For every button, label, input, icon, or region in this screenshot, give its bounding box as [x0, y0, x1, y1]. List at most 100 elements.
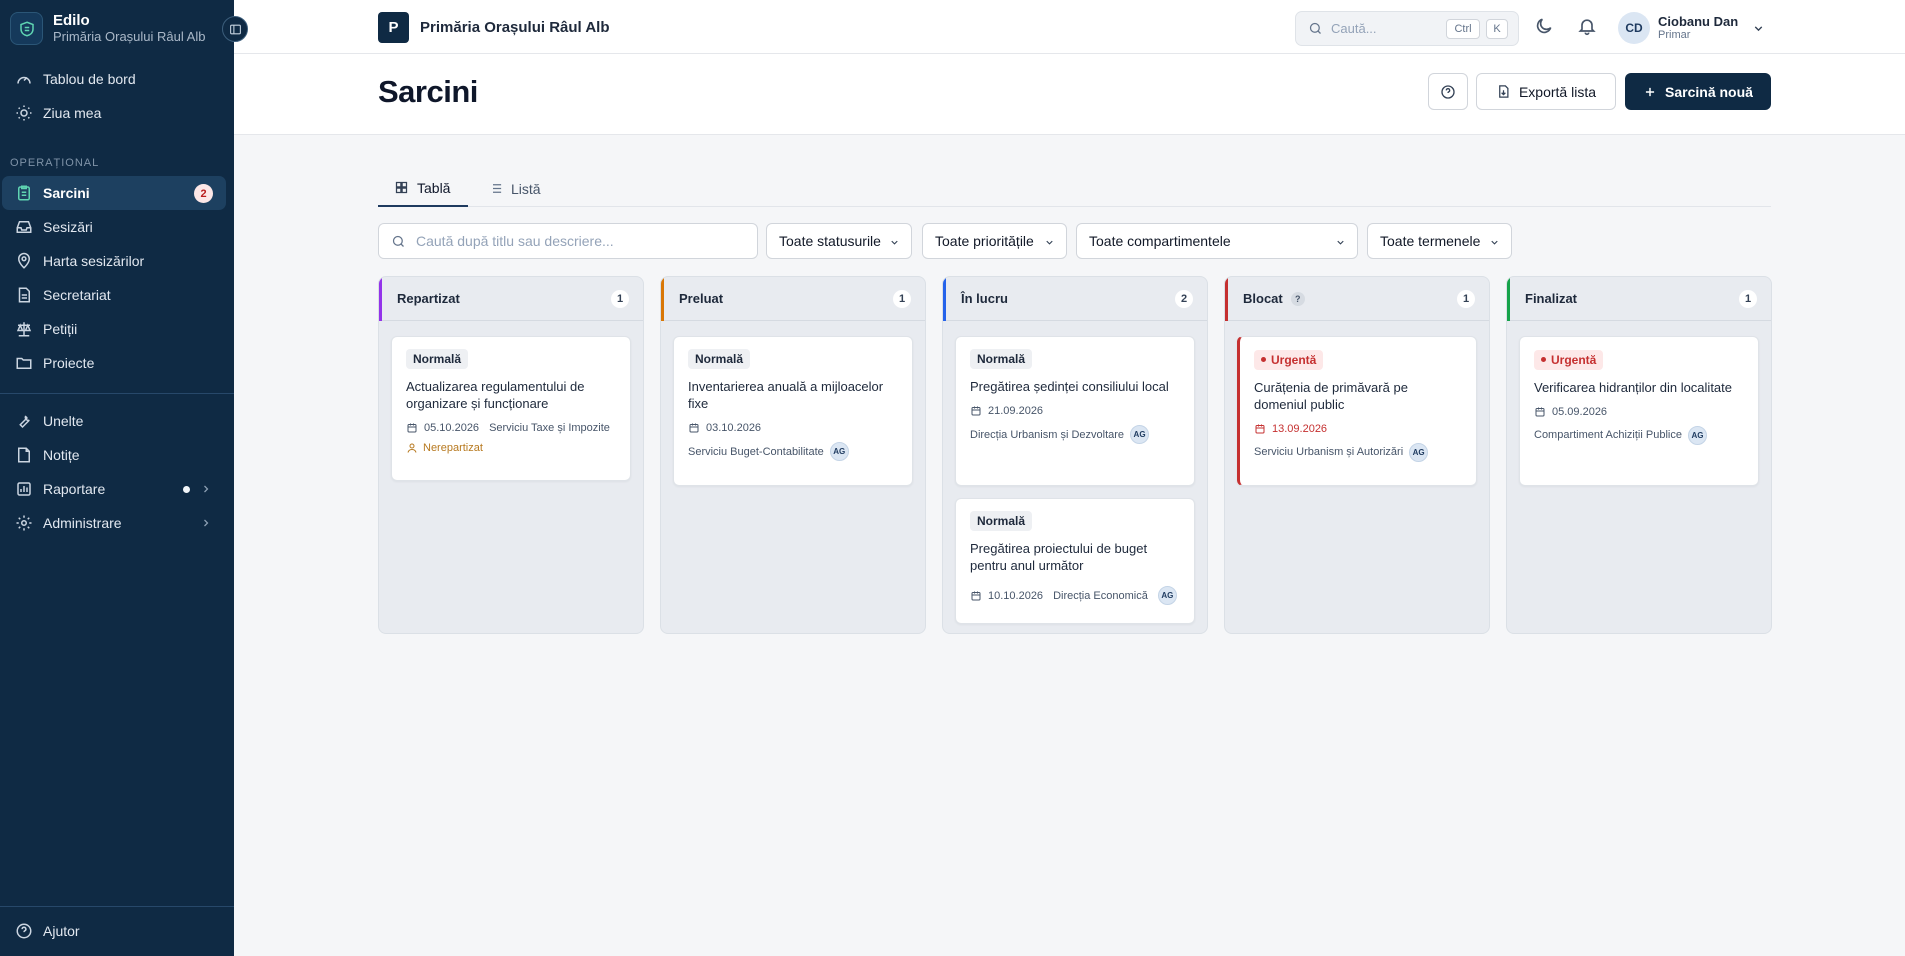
sidebar-item-reporting[interactable]: Raportare — [0, 472, 234, 506]
search-icon — [1309, 22, 1321, 34]
chevron-down-icon — [1491, 240, 1498, 245]
theme-toggle-moon-icon[interactable] — [1534, 16, 1554, 36]
priority-badge: Normală — [406, 349, 469, 369]
priority-badge: Urgentă — [1534, 349, 1604, 370]
sidebar-item-notes[interactable]: Notițe — [0, 438, 234, 472]
section-label: OPERAȚIONAL — [10, 157, 100, 169]
sidebar-item-admin[interactable]: Administrare — [0, 506, 234, 540]
sidebar-item-tasks[interactable]: Sarcini 2 — [2, 176, 226, 210]
sidebar-item-reports-inbox[interactable]: Sesizări — [0, 210, 234, 244]
task-title: Inventarierea anuală a mijloacelor fixe — [688, 379, 884, 411]
help-button[interactable] — [1428, 73, 1468, 110]
task-card[interactable]: Normală Inventarierea anuală a mijloacel… — [673, 336, 913, 486]
assignee-avatar[interactable]: AG — [1409, 442, 1429, 462]
priority-badge: Urgentă — [1254, 349, 1324, 370]
sidebar-item-help[interactable]: Ajutor — [0, 914, 234, 948]
calendar-icon — [689, 423, 699, 433]
priority-filter-select[interactable]: Toate prioritățile — [922, 223, 1067, 259]
notifications-bell-icon[interactable] — [1577, 16, 1597, 36]
user-avatar: CD — [1618, 12, 1650, 44]
sidebar-item-projects[interactable]: Proiecte — [0, 346, 234, 380]
inbox-icon — [16, 221, 32, 233]
wrench-icon — [19, 415, 30, 429]
kbd-k: K — [1486, 19, 1508, 39]
task-card[interactable]: Normală Pregătirea ședinței consiliului … — [955, 336, 1195, 486]
scale-icon — [16, 322, 32, 337]
task-department: Direcția Urbanism și Dezvoltare — [970, 428, 1125, 441]
task-search-input[interactable]: Caută după titlu sau descriere... — [378, 223, 758, 259]
task-department: Compartiment Achiziții Publice — [1534, 429, 1682, 441]
board-column-in-progress: În lucru 2 Normală Pregătirea ședinței c… — [942, 276, 1208, 634]
urgent-dot-icon — [1541, 357, 1546, 362]
app-name: Edilo — [53, 12, 90, 29]
task-date: 21.09.2026 — [988, 405, 1044, 417]
report-icon — [17, 482, 31, 496]
task-card[interactable]: Urgentă Curățenia de primăvară pe domeni… — [1237, 336, 1477, 486]
sidebar: Edilo Primăria Orașului Râul Alb Tablou … — [0, 0, 248, 956]
task-department: Serviciu Taxe și Impozite — [489, 422, 610, 434]
assignee-avatar[interactable]: AG — [1130, 425, 1150, 444]
board-column-taken: Preluat 1 Normală Inventarierea anuală a… — [660, 276, 926, 634]
task-card[interactable]: Normală Actualizarea regulamentului de o… — [391, 336, 631, 481]
sidebar-item-my-day[interactable]: Ziua mea — [0, 96, 234, 130]
user-role: Primar — [1658, 29, 1691, 41]
global-search[interactable]: Caută... Ctrl K — [1295, 11, 1519, 46]
org-switcher[interactable]: P Primăria Orașului Râul Alb — [378, 12, 610, 43]
calendar-icon — [971, 591, 981, 600]
question-circle-icon — [1441, 84, 1455, 99]
global-search-placeholder: Caută... — [1331, 21, 1377, 36]
sidebar-item-map[interactable]: Harta sesizărilor — [0, 244, 234, 278]
task-title: Verificarea hidranților din localitate — [1534, 379, 1732, 395]
brand[interactable]: Edilo Primăria Orașului Râul Alb — [10, 12, 205, 45]
user-name: Ciobanu Dan — [1658, 14, 1739, 29]
sidebar-item-tools[interactable]: Unelte — [0, 404, 234, 438]
task-department: Serviciu Buget-Contabilitate — [688, 445, 824, 458]
column-header: Preluat 1 — [661, 277, 925, 321]
gauge-icon — [17, 76, 31, 84]
column-color-bar — [379, 277, 382, 321]
org-logo: P — [378, 12, 409, 43]
deadline-filter-select[interactable]: Toate termenele — [1367, 223, 1512, 259]
column-count: 1 — [893, 290, 911, 308]
reporting-dot — [183, 486, 190, 493]
sidebar-item-petitions[interactable]: Petiții — [0, 312, 234, 346]
app-org: Primăria Orașului Râul Alb — [53, 29, 206, 44]
assignee-avatar[interactable]: AG — [1687, 425, 1707, 445]
column-count: 1 — [611, 290, 629, 308]
folder-icon — [16, 357, 32, 369]
assignee-avatar[interactable]: AG — [1157, 586, 1177, 605]
chevron-down-icon — [1046, 240, 1053, 245]
calendar-icon — [407, 423, 417, 433]
task-search-placeholder: Caută după titlu sau descriere... — [416, 233, 614, 249]
column-color-bar — [1225, 277, 1228, 321]
org-name: Primăria Orașului Râul Alb — [420, 19, 610, 36]
task-date: 05.09.2026 — [1552, 405, 1608, 418]
sidebar-item-secretariat[interactable]: Secretariat — [0, 278, 234, 312]
calendar-icon — [1255, 424, 1265, 433]
column-header: Blocat ? 1 — [1225, 277, 1489, 321]
column-header: Repartizat 1 — [379, 277, 643, 321]
assignee-avatar[interactable]: AG — [829, 442, 849, 461]
blocked-help-icon[interactable]: ? — [1290, 291, 1305, 306]
task-card[interactable]: Normală Pregătirea proiectului de buget … — [955, 498, 1195, 624]
grid-icon — [395, 181, 408, 194]
new-task-button[interactable]: Sarcină nouă — [1625, 73, 1771, 110]
department-filter-select[interactable]: Toate compartimentele — [1076, 223, 1358, 259]
note-icon — [18, 447, 30, 463]
tab-list[interactable]: Listă — [488, 170, 558, 207]
urgent-dot-icon — [1261, 357, 1266, 362]
plus-icon — [1645, 87, 1655, 96]
task-date: 10.10.2026 — [988, 589, 1044, 602]
status-filter-select[interactable]: Toate statusurile — [766, 223, 912, 259]
sidebar-collapse-icon[interactable] — [222, 16, 248, 42]
task-card[interactable]: Urgentă Verificarea hidranților din loca… — [1519, 336, 1759, 486]
page-header: Sarcini Exportă lista Sarcină nouă — [234, 54, 1905, 135]
export-list-button[interactable]: Exportă lista — [1476, 73, 1616, 110]
sidebar-item-dashboard[interactable]: Tablou de bord — [0, 62, 234, 96]
sidebar-divider — [0, 393, 234, 394]
board-column-done: Finalizat 1 Urgentă Verificarea hidranți… — [1506, 276, 1772, 634]
tab-board[interactable]: Tablă — [378, 170, 468, 207]
user-menu[interactable]: CD Ciobanu Dan Primar — [1618, 12, 1765, 44]
calendar-icon — [971, 406, 981, 416]
chevron-down-icon — [1754, 25, 1763, 31]
